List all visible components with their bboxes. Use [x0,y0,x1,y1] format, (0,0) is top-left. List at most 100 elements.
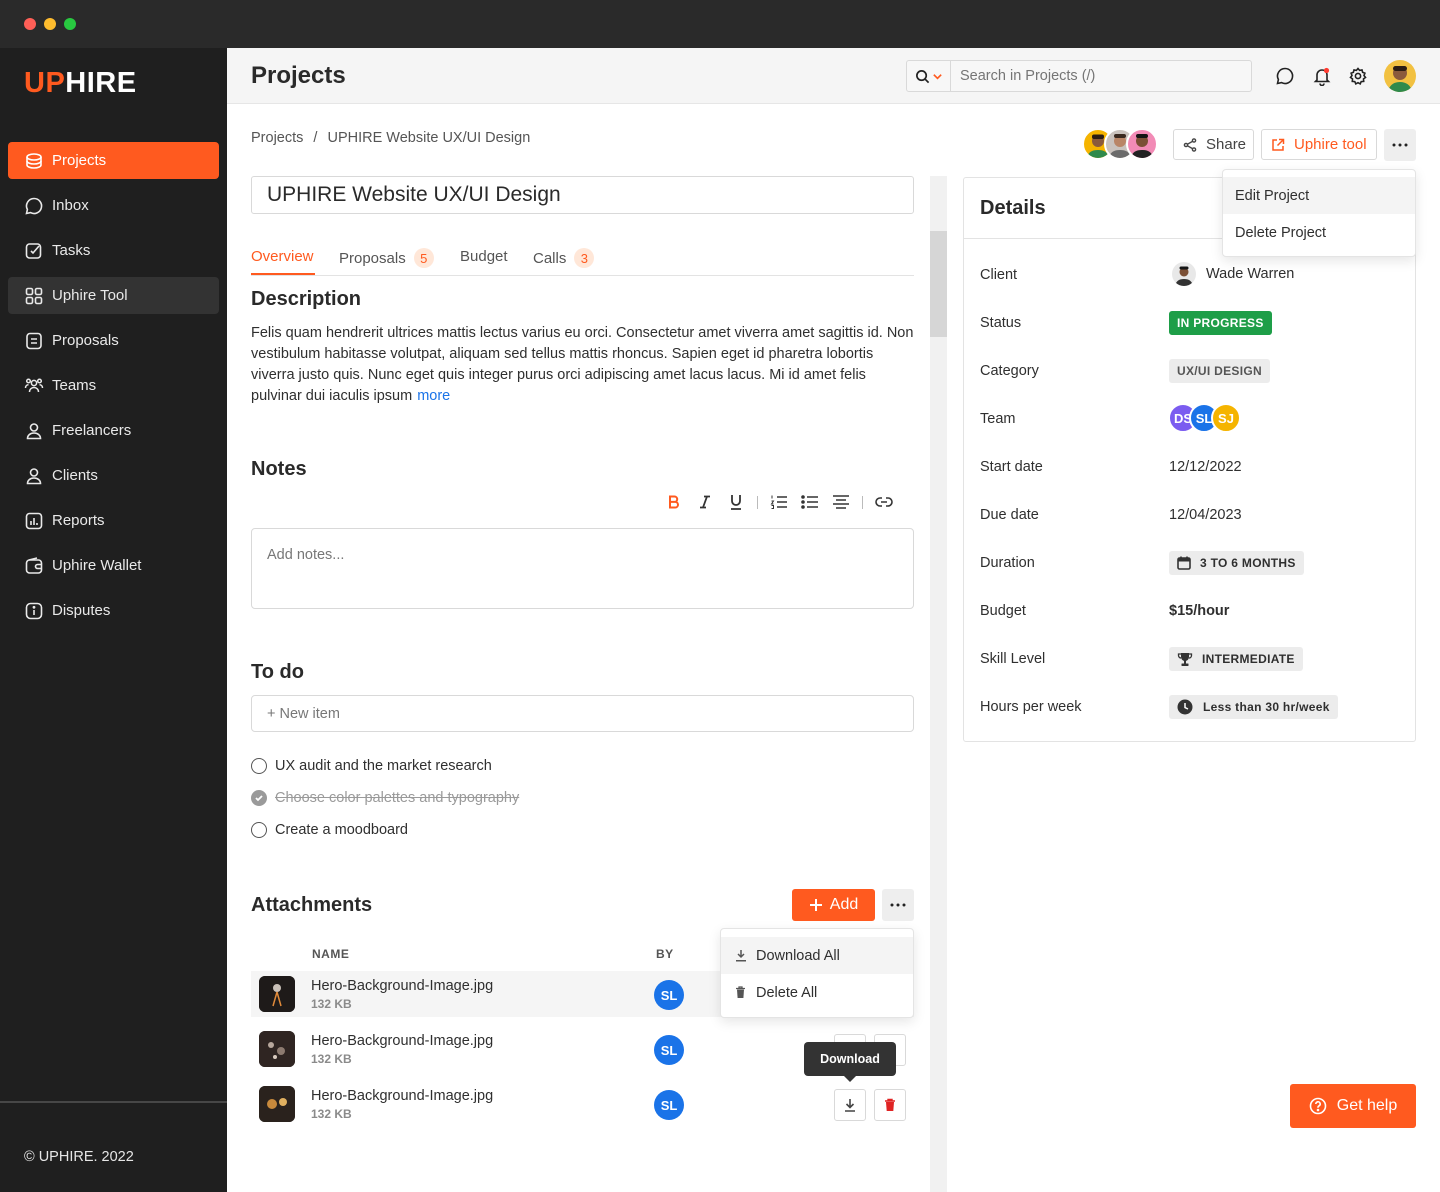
breadcrumb-root[interactable]: Projects [251,130,303,146]
uploader-avatar: SL [654,1090,684,1120]
sidebar-item-uphire-wallet[interactable]: Uphire Wallet [8,547,219,584]
download-button[interactable] [834,1089,866,1121]
budget-value: $15/hour [1169,603,1230,619]
top-header: Projects [227,48,1440,104]
tab-budget[interactable]: Budget [460,248,508,265]
client-avatar [1172,262,1196,286]
uphire-tool-button[interactable]: Uphire tool [1261,129,1377,160]
client-value[interactable]: Wade Warren [1172,262,1294,286]
hours-per-week-value: Less than 30 hr/week [1169,695,1338,719]
breadcrumb-current: UPHIRE Website UX/UI Design [327,130,531,146]
column-header-by[interactable]: BY [656,947,674,961]
new-todo-input[interactable]: + New item [251,695,914,732]
sidebar-item-clients[interactable]: Clients [8,457,219,494]
close-window-dot[interactable] [24,18,36,30]
bold-button[interactable] [664,492,684,512]
project-title-field[interactable]: UPHIRE Website UX/UI Design [251,176,914,214]
page-title: Projects [251,62,346,89]
toolbar-separator [757,495,758,509]
minimize-window-dot[interactable] [44,18,56,30]
todo-checkbox[interactable] [251,758,267,774]
tab-proposals[interactable]: Proposals 5 [339,248,434,268]
attachments-menu: Download All Delete All [720,928,914,1018]
team-avatars[interactable]: DS SL SJ [1168,403,1248,433]
calendar-icon [1177,556,1191,570]
todo-checkbox-checked[interactable] [251,790,267,806]
edit-project-menu-item[interactable]: Edit Project [1223,177,1415,214]
due-date-value: 12/04/2023 [1169,507,1242,523]
sidebar-item-inbox[interactable]: Inbox [8,187,219,224]
breadcrumb-separator: / [313,130,318,146]
attachment-size: 132 KB [311,997,352,1011]
sidebar-item-label: Uphire Wallet [52,557,142,574]
sidebar-item-teams[interactable]: Teams [8,367,219,404]
sidebar-item-label: Clients [52,467,98,484]
bullet-list-button[interactable] [800,492,820,512]
delete-project-menu-item[interactable]: Delete Project [1223,214,1415,251]
underline-button[interactable] [726,492,746,512]
tab-calls[interactable]: Calls 3 [533,248,595,268]
uphire-logo[interactable]: UPHIRE [24,67,137,100]
sidebar-item-disputes[interactable]: Disputes [8,592,219,629]
delete-button[interactable] [874,1089,906,1121]
scrollbar-thumb[interactable] [930,231,947,337]
delete-all-menu-item[interactable]: Delete All [721,974,913,1011]
sidebar-item-reports[interactable]: Reports [8,502,219,539]
trash-icon [885,1098,895,1111]
notes-heading: Notes [251,458,307,480]
chart-icon [25,512,43,529]
attachments-more-button[interactable] [882,889,914,921]
sidebar-item-freelancers[interactable]: Freelancers [8,412,219,449]
notes-input[interactable]: Add notes... [251,528,914,609]
numbered-list-button[interactable] [769,492,789,512]
bold-icon [669,495,679,509]
wallet-icon [25,556,43,574]
search-input[interactable] [951,68,1241,84]
get-help-button[interactable]: Get help [1290,1084,1416,1128]
more-link[interactable]: more [417,388,450,404]
detail-label: Category [980,363,1039,379]
gear-icon[interactable] [1348,66,1368,86]
todo-heading: To do [251,661,304,683]
breadcrumb: Projects / UPHIRE Website UX/UI Design [251,130,536,146]
sidebar-item-proposals[interactable]: Proposals [8,322,219,359]
search-scope-button[interactable] [907,61,951,91]
link-button[interactable] [874,492,894,512]
duration-badge: 3 TO 6 MONTHS [1169,551,1304,575]
share-button[interactable]: Share [1173,129,1254,160]
sidebar-item-label: Projects [52,152,107,169]
todo-checkbox[interactable] [251,822,267,838]
italic-button[interactable] [695,492,715,512]
attachment-name: Hero-Background-Image.jpg [311,1088,494,1104]
todo-item[interactable]: Create a moodboard [251,822,408,838]
align-center-button[interactable] [831,492,851,512]
clock-icon [1177,699,1193,715]
maximize-window-dot[interactable] [64,18,76,30]
hours-badge: Less than 30 hr/week [1169,695,1338,719]
tab-overview[interactable]: Overview [251,248,314,265]
project-actions-menu: Edit Project Delete Project [1222,169,1416,257]
detail-label: Due date [980,507,1039,523]
download-all-menu-item[interactable]: Download All [721,937,913,974]
notification-bell-icon[interactable] [1312,66,1332,86]
todo-item[interactable]: UX audit and the market research [251,758,492,774]
todo-item[interactable]: Choose color palettes and typography [251,790,519,806]
sidebar-item-uphire-tool[interactable]: Uphire Tool [8,277,219,314]
chat-icon[interactable] [1275,66,1295,86]
italic-icon [700,495,710,509]
uploader-avatar: SL [654,980,684,1010]
user-avatar[interactable] [1384,60,1416,92]
attachment-row[interactable]: Hero-Background-Image.jpg 132 KB SL [251,1081,914,1127]
download-tooltip: Download [804,1042,896,1082]
grid-icon [25,287,43,304]
attachment-thumbnail [259,976,295,1012]
column-header-name[interactable]: NAME [312,947,349,961]
add-attachment-button[interactable]: Add [792,889,875,921]
skill-level-value: INTERMEDIATE [1169,647,1303,671]
info-icon [25,602,43,619]
project-more-button[interactable] [1384,129,1416,161]
sidebar-item-tasks[interactable]: Tasks [8,232,219,269]
sidebar-item-projects[interactable]: Projects [8,142,219,179]
bullet-list-icon [801,495,818,509]
sidebar-item-label: Disputes [52,602,111,619]
